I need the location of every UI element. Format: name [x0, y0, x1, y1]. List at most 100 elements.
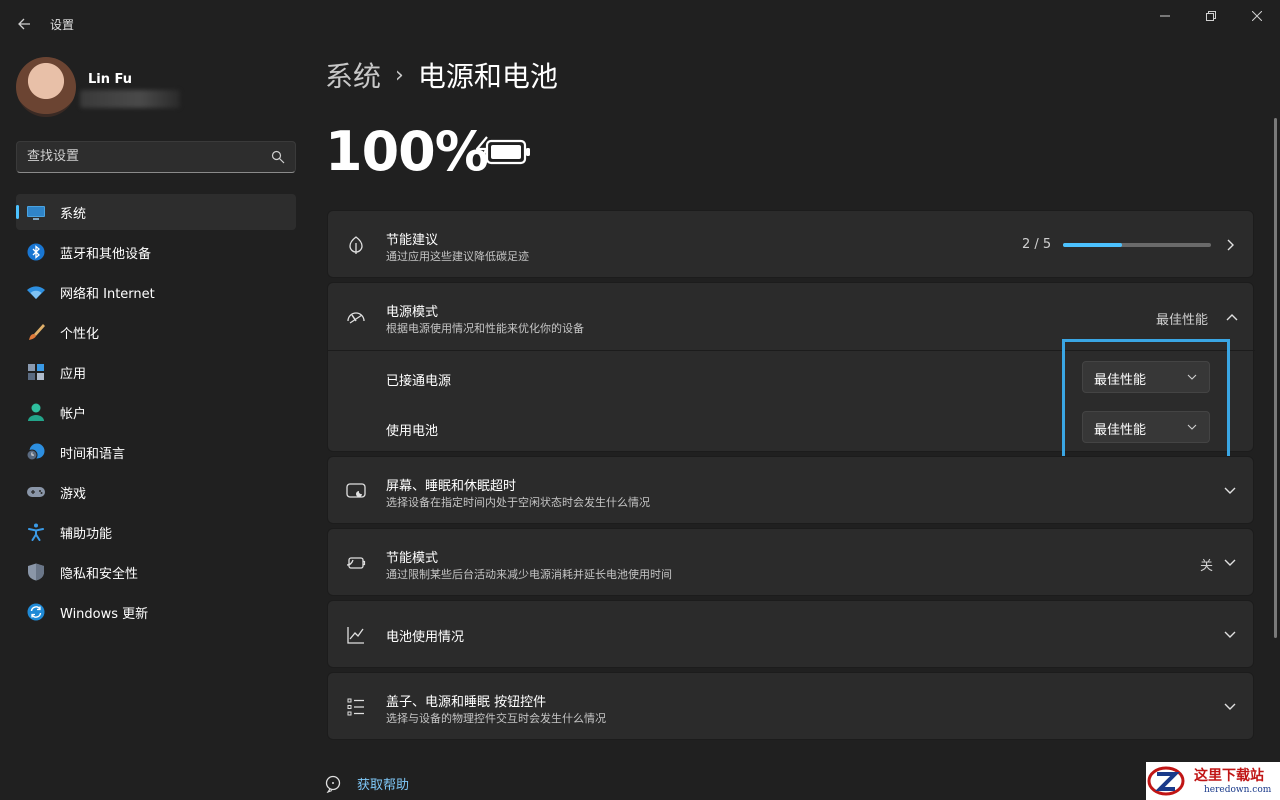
breadcrumb: 系统 › 电源和电池	[325, 55, 558, 95]
battery-usage-card[interactable]: 电池使用情况	[327, 600, 1254, 668]
list-icon	[347, 698, 364, 716]
energy-saver-card[interactable]: 节能模式 通过限制某些后台活动来减少电源消耗并延长电池使用时间 关	[327, 528, 1254, 596]
close-button[interactable]	[1234, 0, 1280, 32]
sidebar-item-privacy[interactable]: 隐私和安全性	[16, 554, 296, 590]
page-title: 电源和电池	[417, 60, 558, 93]
chevron-right-icon	[1227, 239, 1234, 251]
help-chat-icon	[325, 775, 341, 793]
sidebar-item-bluetooth[interactable]: 蓝牙和其他设备	[16, 234, 296, 270]
wifi-icon	[27, 286, 45, 299]
progress-bar	[1063, 243, 1211, 247]
title-bar: 设置	[0, 0, 1280, 48]
sidebar-item-windows-update[interactable]: Windows 更新	[16, 594, 296, 630]
search-icon[interactable]	[271, 150, 285, 164]
sidebar-item-label: 应用	[60, 366, 87, 382]
battery-percentage: 100%	[325, 120, 489, 183]
card-subtitle: 根据电源使用情况和性能来优化你的设备	[386, 322, 584, 335]
sidebar-item-label: 帐户	[60, 406, 87, 422]
gauge-icon	[347, 312, 365, 324]
arrow-left-icon	[18, 18, 30, 30]
plugged-in-label: 已接通电源	[386, 374, 452, 389]
power-mode-value: 最佳性能	[1156, 313, 1209, 328]
breadcrumb-parent[interactable]: 系统	[325, 55, 381, 95]
account-icon	[28, 403, 44, 421]
card-title: 节能建议	[386, 233, 439, 248]
apps-icon	[28, 364, 44, 380]
restore-icon	[1206, 11, 1216, 21]
brush-icon	[29, 324, 45, 340]
shield-icon	[28, 563, 44, 581]
minimize-button[interactable]	[1142, 0, 1188, 32]
sidebar-item-label: 蓝牙和其他设备	[60, 246, 152, 262]
energy-recommendations-card[interactable]: 节能建议 通过应用这些建议降低碳足迹 2 / 5	[327, 210, 1254, 278]
get-help-link[interactable]: 获取帮助	[357, 774, 409, 793]
sidebar-item-label: Windows 更新	[60, 606, 149, 622]
sidebar-item-gaming[interactable]: 游戏	[16, 474, 296, 510]
sidebar-item-label: 时间和语言	[60, 446, 126, 462]
screen-sleep-icon	[346, 483, 366, 498]
card-title: 节能模式	[386, 551, 439, 566]
sidebar-item-personalization[interactable]: 个性化	[16, 314, 296, 350]
sidebar-item-label: 系统	[60, 206, 87, 222]
sidebar-item-accessibility[interactable]: 辅助功能	[16, 514, 296, 550]
avatar[interactable]	[16, 57, 76, 117]
window-title: 设置	[50, 18, 75, 32]
search-box[interactable]	[16, 141, 296, 173]
scrollbar[interactable]	[1274, 118, 1277, 638]
chevron-down-icon	[1224, 703, 1236, 710]
restore-button[interactable]	[1188, 0, 1234, 32]
sidebar-item-accounts[interactable]: 帐户	[16, 394, 296, 430]
update-icon	[27, 603, 45, 621]
sidebar-item-label: 网络和 Internet	[60, 286, 155, 302]
leaf-icon	[349, 236, 363, 254]
sidebar-nav: 系统 蓝牙和其他设备 网络和 Internet 个性化 应用 帐户 时间和语言 …	[16, 194, 296, 634]
sidebar-item-label: 辅助功能	[60, 526, 113, 542]
sidebar-item-network[interactable]: 网络和 Internet	[16, 274, 296, 310]
user-email-blurred	[80, 90, 180, 108]
user-name: Lin Fu	[88, 72, 133, 87]
chevron-down-icon	[1224, 631, 1236, 638]
breadcrumb-separator: ›	[395, 62, 404, 88]
sidebar-item-label: 隐私和安全性	[60, 566, 139, 582]
minimize-icon	[1160, 15, 1170, 17]
card-subtitle: 选择与设备的物理控件交互时会发生什么情况	[386, 712, 606, 725]
battery-saver-icon	[346, 557, 366, 569]
progress-fill	[1063, 243, 1123, 247]
sidebar-item-label: 个性化	[60, 326, 100, 342]
lid-power-buttons-card[interactable]: 盖子、电源和睡眠 按钮控件 选择与设备的物理控件交互时会发生什么情况	[327, 672, 1254, 740]
battery-charging-icon	[475, 136, 530, 165]
watermark-text: 这里下载站	[1194, 768, 1264, 784]
card-title: 电源模式	[386, 305, 439, 320]
card-subtitle: 通过应用这些建议降低碳足迹	[386, 250, 529, 263]
globe-clock-icon	[26, 443, 45, 461]
bluetooth-icon	[27, 243, 45, 261]
card-subtitle: 选择设备在指定时间内处于空闲状态时会发生什么情况	[386, 496, 650, 509]
highlight-box	[1062, 339, 1230, 460]
close-icon	[1252, 11, 1262, 21]
card-title: 屏幕、睡眠和休眠超时	[386, 479, 517, 494]
monitor-icon	[27, 206, 45, 220]
chevron-down-icon	[1224, 487, 1236, 494]
accessibility-icon	[28, 523, 44, 541]
card-subtitle: 通过限制某些后台活动来减少电源消耗并延长电池使用时间	[386, 568, 672, 581]
sidebar-item-apps[interactable]: 应用	[16, 354, 296, 390]
sidebar-item-time-language[interactable]: 时间和语言	[16, 434, 296, 470]
gamepad-icon	[27, 487, 45, 497]
chevron-up-icon	[1226, 314, 1238, 321]
watermark-sub: heredown.com	[1204, 785, 1272, 795]
line-chart-icon	[347, 627, 364, 644]
card-title: 盖子、电源和睡眠 按钮控件	[386, 695, 547, 710]
progress-text: 2 / 5	[1022, 237, 1052, 252]
on-battery-label: 使用电池	[386, 424, 439, 439]
screen-sleep-card[interactable]: 屏幕、睡眠和休眠超时 选择设备在指定时间内处于空闲状态时会发生什么情况	[327, 456, 1254, 524]
watermark: 这里下载站 heredown.com	[1146, 762, 1280, 800]
card-title: 电池使用情况	[386, 630, 465, 645]
search-input[interactable]	[27, 149, 257, 164]
get-help[interactable]: 获取帮助	[325, 774, 409, 793]
sidebar-item-system[interactable]: 系统	[16, 194, 296, 230]
sidebar-item-label: 游戏	[60, 486, 87, 502]
watermark-logo-icon	[1147, 766, 1185, 796]
energy-saver-value: 关	[1200, 559, 1214, 574]
back-button[interactable]	[12, 10, 36, 38]
chevron-down-icon	[1224, 559, 1236, 566]
